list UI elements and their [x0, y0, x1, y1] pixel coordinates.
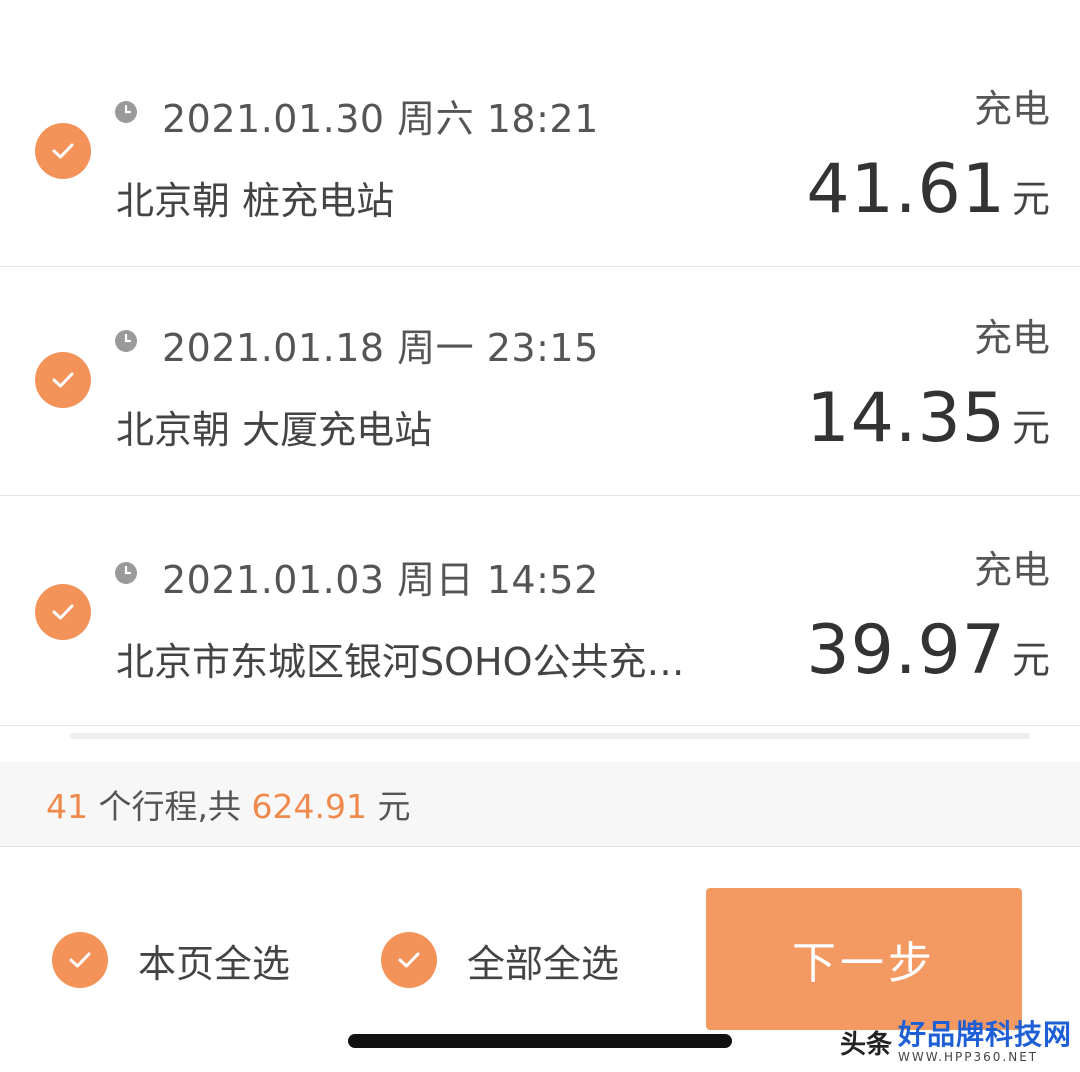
- trip-count-suffix: 个行程,共: [88, 787, 252, 826]
- trip-count: 41: [46, 787, 88, 826]
- trip-row[interactable]: 2021.01.30 周六 18:21 北京朝 桩充电站 充电 41.61 元: [0, 38, 1080, 267]
- trip-station: 北京朝 大厦充电站: [116, 408, 433, 452]
- watermark-brand: 好品牌科技网 WWW.HPP360.NET: [897, 1018, 1072, 1065]
- amount-value: 39.97: [806, 611, 1006, 690]
- amount-unit: 元: [1011, 177, 1050, 221]
- trip-type: 充电: [973, 316, 1050, 360]
- trip-station: 北京朝 桩充电站: [116, 179, 395, 223]
- next-step-button[interactable]: 下一步: [706, 888, 1022, 1030]
- clock-icon: [115, 101, 137, 123]
- home-indicator[interactable]: [348, 1034, 732, 1048]
- trip-summary-bar: 41 个行程,共 624.91 元: [0, 762, 1080, 847]
- select-all-label: 全部全选: [467, 941, 620, 986]
- trip-datetime: 2021.01.30 周六 18:21: [162, 97, 599, 141]
- watermark-title: 好品牌科技网: [897, 1018, 1072, 1051]
- watermark: 头条 好品牌科技网 WWW.HPP360.NET: [839, 1018, 1072, 1065]
- watermark-url: WWW.HPP360.NET: [897, 1050, 1039, 1064]
- trip-datetime: 2021.01.18 周一 23:15: [162, 326, 599, 370]
- amount-unit: 元: [1011, 638, 1050, 682]
- trip-total-suffix: 元: [366, 787, 411, 826]
- trip-type: 充电: [973, 87, 1050, 131]
- trip-amount: 39.97 元: [806, 611, 1050, 690]
- trip-total: 624.91: [251, 787, 367, 826]
- check-circle-icon[interactable]: [35, 584, 91, 640]
- select-page-option[interactable]: 本页全选: [52, 932, 290, 988]
- select-all-option[interactable]: 全部全选: [381, 932, 619, 988]
- summary-text: 41 个行程,共 624.91 元: [46, 780, 410, 828]
- clock-icon: [115, 330, 137, 352]
- clock-icon: [115, 562, 137, 584]
- check-circle-icon[interactable]: [381, 932, 437, 988]
- amount-value: 41.61: [806, 150, 1006, 229]
- trip-datetime: 2021.01.03 周日 14:52: [162, 558, 599, 602]
- check-circle-icon[interactable]: [35, 352, 91, 408]
- trip-amount: 41.61 元: [806, 150, 1050, 229]
- amount-unit: 元: [1011, 406, 1050, 450]
- amount-value: 14.35: [806, 379, 1006, 458]
- trip-row[interactable]: 2021.01.03 周日 14:52 北京市东城区银河SOHO公共充… 充电 …: [0, 497, 1080, 726]
- trip-amount: 14.35 元: [806, 379, 1050, 458]
- trip-station: 北京市东城区银河SOHO公共充…: [116, 640, 685, 684]
- watermark-prefix: 头条: [839, 1029, 892, 1060]
- check-circle-icon[interactable]: [52, 932, 108, 988]
- select-page-label: 本页全选: [138, 941, 291, 986]
- trip-type: 充电: [973, 548, 1050, 592]
- next-row-edge: [70, 733, 1030, 739]
- trip-row[interactable]: 2021.01.18 周一 23:15 北京朝 大厦充电站 充电 14.35 元: [0, 267, 1080, 496]
- check-circle-icon[interactable]: [35, 123, 91, 179]
